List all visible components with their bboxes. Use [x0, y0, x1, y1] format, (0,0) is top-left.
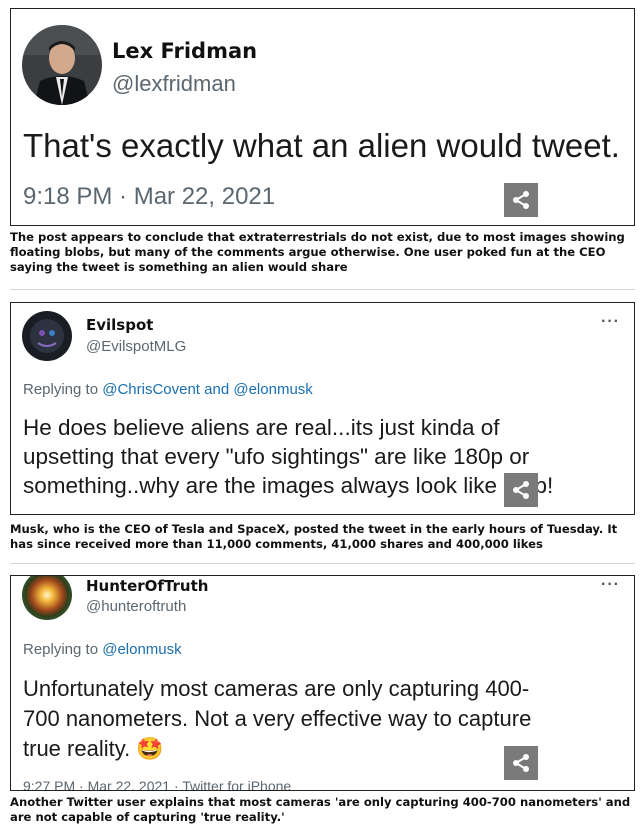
tweet-card-lex-fridman: Lex Fridman @lexfridman That's exactly w… [10, 8, 635, 226]
mention-chriscovent[interactable]: @ChrisCovent [102, 381, 200, 398]
lex-fridman-name[interactable]: Lex Fridman [112, 39, 257, 63]
share-button[interactable] [504, 183, 538, 217]
caption-1: The post appears to conclude that extrat… [10, 230, 625, 274]
caption-2: Musk, who is the CEO of Tesla and SpaceX… [10, 522, 618, 551]
share-icon [513, 191, 529, 209]
replying-to-line: Replying to @elonmusk [23, 641, 182, 658]
tweet-footer-timestamp[interactable]: 9:27 PM · Mar 22, 2021 · Twitter for iPh… [23, 778, 291, 790]
star-struck-emoji: 🤩 [136, 736, 164, 761]
evilspot-name[interactable]: Evilspot [86, 316, 153, 334]
tweet-timestamp[interactable]: 9:18 PM · Mar 22, 2021 [23, 183, 275, 211]
mention-elonmusk[interactable]: @elonmusk [102, 641, 181, 658]
share-button[interactable] [504, 473, 538, 507]
replying-prefix: Replying to [23, 381, 99, 398]
tweet-card-hunteroftruth: HunterOfTruth @hunteroftruth ··· Replyin… [10, 575, 635, 791]
divider [10, 289, 635, 290]
evilspot-handle[interactable]: @EvilspotMLG [86, 338, 186, 355]
lex-fridman-handle[interactable]: @lexfridman [112, 71, 236, 97]
tweet-text-line-2: upsetting that every "ufo sightings" are… [23, 444, 530, 469]
divider [10, 563, 635, 564]
tweet-text-line-3: true reality. 🤩 [23, 736, 164, 762]
caption-3: Another Twitter user explains that most … [10, 795, 631, 824]
share-button[interactable] [504, 746, 538, 780]
share-icon [513, 481, 529, 499]
hunteroftruth-avatar[interactable] [22, 576, 72, 620]
replying-to-line: Replying to @ChrisCovent and @elonmusk [23, 381, 313, 398]
lex-fridman-avatar[interactable] [22, 25, 102, 105]
replying-and: and [204, 381, 230, 398]
hunteroftruth-handle[interactable]: @hunteroftruth [86, 598, 186, 615]
replying-prefix: Replying to [23, 641, 99, 658]
evilspot-avatar[interactable] [22, 311, 72, 361]
tweet-text: That's exactly what an alien would tweet… [23, 127, 620, 164]
tweet-text-line-3-text: true reality. [23, 736, 137, 761]
tweet-text-line-3: something..why are the images always loo… [23, 473, 554, 498]
tweet-text-line-2: 700 nanometers. Not a very effective way… [23, 706, 532, 731]
more-options-icon[interactable]: ··· [601, 576, 620, 594]
tweet-card-evilspot: Evilspot @EvilspotMLG ··· Replying to @C… [10, 302, 635, 515]
tweet-text-line-1: Unfortunately most cameras are only capt… [23, 676, 530, 701]
share-icon [513, 754, 529, 772]
tweet-text-line-1: He does believe aliens are real...its ju… [23, 415, 500, 440]
more-options-icon[interactable]: ··· [601, 313, 620, 331]
mention-elonmusk[interactable]: @elonmusk [233, 381, 312, 398]
hunteroftruth-name[interactable]: HunterOfTruth [86, 577, 208, 595]
